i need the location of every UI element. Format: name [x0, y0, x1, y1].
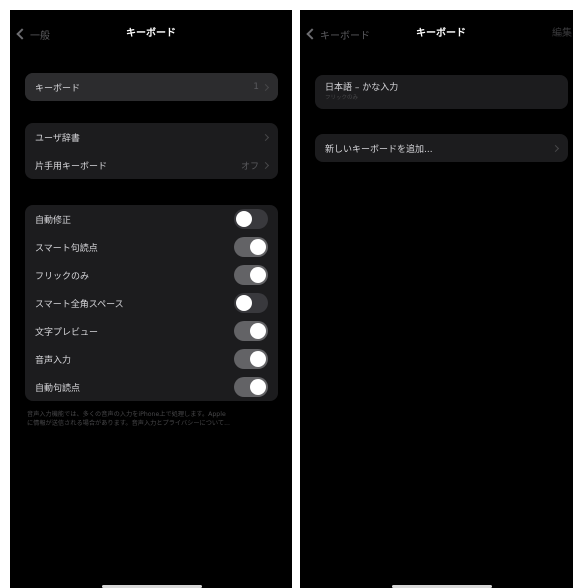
- auto-punctuation-toggle[interactable]: [234, 377, 268, 397]
- keyboard-item-subtitle: フリックのみ: [325, 95, 359, 101]
- toggle-label: フリックのみ: [35, 271, 90, 282]
- flick-only-toggle[interactable]: [234, 265, 268, 285]
- smart-fullwidth-space-toggle[interactable]: [234, 293, 268, 313]
- chevron-right-icon: [261, 133, 270, 141]
- toggle-row-smart-punctuation: スマート句読点: [25, 233, 278, 261]
- toggle-row-dictation: 音声入力: [25, 345, 278, 373]
- user-dictionary-row[interactable]: ユーザ辞書: [25, 123, 278, 151]
- toggle-row-flick-only: フリックのみ: [25, 261, 278, 289]
- nav-bar: キーボード キーボード 編集: [300, 24, 573, 44]
- keyboards-row-label: キーボード: [35, 83, 81, 94]
- toggle-row-auto-punctuation: 自動句読点: [25, 373, 278, 401]
- chevron-right-icon: [261, 161, 270, 169]
- footer-privacy-link[interactable]: に情報が送信される場合があります。音声入力とプライバシーについて...: [27, 419, 284, 428]
- one-handed-keyboard-label: 片手用キーボード: [35, 161, 108, 172]
- toggle-label: スマート全角スペース: [35, 299, 124, 310]
- toggle-row-smart-fullwidth-space: スマート全角スペース: [25, 289, 278, 317]
- chevron-right-icon: [261, 83, 270, 91]
- page-title: キーボード: [126, 28, 176, 39]
- dictation-footer-note: 音声入力機能では、多くの音声の入力をiPhone上で処理します。Apple に情…: [27, 410, 284, 428]
- nav-bar: 一般 キーボード: [10, 24, 292, 44]
- footer-line: 音声入力機能では、多くの音声の入力をiPhone上で処理します。Apple: [27, 411, 226, 418]
- one-handed-keyboard-value: オフ: [240, 161, 259, 172]
- user-dictionary-label: ユーザ辞書: [35, 133, 80, 144]
- dictionary-group: ユーザ辞書 片手用キーボード オフ: [25, 123, 278, 179]
- keyboard-item-title: 日本語 – かな入力: [325, 83, 399, 93]
- page-title: キーボード: [416, 28, 466, 39]
- edit-button[interactable]: 編集: [552, 24, 572, 44]
- keyboard-settings-screen: 一般 キーボード キーボード 1 ユーザ辞書 片手用キーボード オフ 自動修正 …: [10, 10, 292, 588]
- smart-punctuation-toggle[interactable]: [234, 237, 268, 257]
- toggle-label: 文字プレビュー: [35, 327, 99, 338]
- toggle-row-character-preview: 文字プレビュー: [25, 317, 278, 345]
- auto-correction-toggle[interactable]: [234, 209, 268, 229]
- keyboards-group: キーボード 1: [25, 73, 278, 101]
- keyboard-item-japanese-kana[interactable]: 日本語 – かな入力 フリックのみ: [315, 75, 568, 109]
- character-preview-toggle[interactable]: [234, 321, 268, 341]
- one-handed-keyboard-row[interactable]: 片手用キーボード オフ: [25, 151, 278, 179]
- keyboards-list-screen: キーボード キーボード 編集 日本語 – かな入力 フリックのみ 新しいキーボー…: [300, 10, 573, 588]
- toggle-label: 自動句読点: [35, 383, 81, 394]
- add-new-keyboard-row[interactable]: 新しいキーボードを追加...: [315, 134, 568, 162]
- toggle-label: 音声入力: [35, 355, 72, 366]
- toggle-label: スマート句読点: [35, 243, 98, 254]
- keyboards-row[interactable]: キーボード 1: [25, 73, 278, 101]
- dictation-toggle[interactable]: [234, 349, 268, 369]
- add-keyboard-group: 新しいキーボードを追加...: [315, 134, 568, 162]
- toggle-row-auto-correction: 自動修正: [25, 205, 278, 233]
- toggle-label: 自動修正: [35, 215, 72, 226]
- chevron-right-icon: [551, 144, 560, 152]
- keyboards-count: 1: [253, 82, 259, 92]
- toggles-group: 自動修正 スマート句読点 フリックのみ スマート全角スペース 文字プレビュー 音…: [25, 205, 278, 401]
- add-new-keyboard-label: 新しいキーボードを追加...: [325, 144, 433, 155]
- installed-keyboards-group: 日本語 – かな入力 フリックのみ: [315, 75, 568, 109]
